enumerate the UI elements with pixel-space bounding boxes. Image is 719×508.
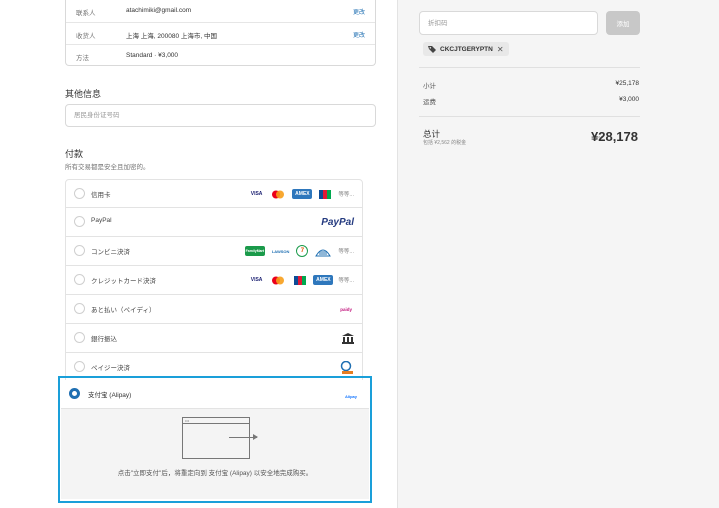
redirect-text: 点击"立即支付"后，将重定向到 支付宝 (Alipay) 以安全地完成购买。 (117, 470, 313, 477)
radio-button[interactable] (74, 188, 85, 199)
mastercard-logo (269, 189, 287, 199)
jcb-logo (292, 275, 308, 285)
arrowhead-icon (253, 434, 258, 440)
payment-option-paypal[interactable]: PayPal PayPal (65, 208, 363, 237)
alipay-row[interactable]: 支付宝 (Alipay) Alipay (61, 380, 369, 409)
payment-option-convenience-store[interactable]: コンビニ決済 FamilyMart LAWSON 7 等等... (65, 237, 363, 266)
change-address-link[interactable]: 更改 (353, 30, 365, 39)
paidy-wordmark: paidy (340, 306, 352, 312)
pay-easy-logo (340, 360, 354, 374)
apply-discount-button[interactable]: 添加 (606, 11, 640, 35)
tag-icon (428, 46, 436, 53)
alipay-wordmark: Alipay (344, 393, 357, 399)
more-label: 等等... (338, 249, 354, 255)
payment-option-label: 銀行振込 (91, 336, 117, 343)
amex-logo: AMEX (313, 275, 334, 285)
remove-discount-icon[interactable]: ✕ (497, 45, 504, 54)
payment-option-label: あと払い（ペイディ） (91, 307, 156, 314)
applied-discount-tag: CKCJTGERYPTN ✕ (423, 42, 509, 56)
payment-subtitle: 所有交易都是安全且加密的。 (65, 164, 150, 171)
method-row: 方法 Standard · ¥3,000 (66, 44, 375, 66)
other-info-title: 其他信息 (65, 89, 102, 99)
paypal-logo: PayPal (321, 215, 354, 229)
paypal-wordmark: PayPal (321, 216, 354, 228)
payment-option-label: ペイジー決済 (91, 365, 130, 372)
ship-to-value: 上海 上海, 200080 上海市, 中国 (126, 33, 218, 40)
divider (419, 116, 640, 117)
shipping-label: 运费 (423, 99, 436, 106)
change-contact-link[interactable]: 更改 (353, 7, 365, 16)
more-label: 等等... (338, 192, 354, 198)
shipping-value: ¥3,000 (619, 96, 639, 103)
payment-option-label: 支付宝 (Alipay) (88, 392, 132, 399)
ship-to-row: 收货人 上海 上海, 200080 上海市, 中国 更改 (66, 22, 375, 44)
method-value: Standard · ¥3,000 (126, 52, 179, 59)
contact-value: atachimiki@gmail.com (126, 7, 192, 14)
redirect-panel: ••• 点击"立即支付"后，将重定向到 支付宝 (Alipay) 以安全地完成购… (61, 409, 369, 499)
payment-option-paidy[interactable]: あと払い（ペイディ） paidy (65, 295, 363, 324)
radio-button-selected[interactable] (69, 388, 80, 399)
radio-button[interactable] (74, 361, 85, 372)
discount-code-input[interactable] (419, 11, 598, 35)
seicomart-logo (313, 246, 333, 256)
tax-note: 包括 ¥2,562 的税金 (423, 140, 467, 146)
seven-eleven-logo: 7 (296, 245, 309, 257)
contact-label: 联系人 (76, 10, 96, 17)
more-label: 等等... (338, 278, 354, 284)
order-summary-box: 联系人 atachimiki@gmail.com 更改 收货人 上海 上海, 2… (65, 0, 376, 66)
applied-code: CKCJTGERYPTN (440, 45, 493, 53)
payment-option-credit-card-jp[interactable]: クレジットカード決済 VISA AMEX 等等... (65, 266, 363, 295)
paidy-logo: paidy (338, 302, 354, 316)
radio-button[interactable] (74, 216, 85, 227)
bank-icon (342, 331, 354, 345)
ship-to-label: 收货人 (76, 33, 96, 40)
payment-option-label: 信用卡 (91, 192, 111, 199)
divider (419, 67, 640, 68)
contact-row: 联系人 atachimiki@gmail.com 更改 (66, 0, 375, 22)
payment-option-credit-card[interactable]: 信用卡 VISA AMEX 等等... (65, 179, 363, 208)
payment-option-label: クレジットカード決済 (91, 278, 156, 285)
radio-button[interactable] (74, 274, 85, 285)
visa-logo: VISA (250, 277, 263, 283)
browser-bar: ••• (183, 418, 249, 424)
subtotal-value: ¥25,178 (615, 80, 640, 87)
radio-button[interactable] (74, 332, 85, 343)
total-value: ¥28,178 (591, 129, 638, 144)
familymart-logo: FamilyMart (244, 246, 265, 256)
subtotal-label: 小计 (423, 83, 436, 90)
payment-option-label: コンビニ決済 (91, 249, 130, 256)
card-logos: VISA AMEX 等等... (249, 273, 354, 287)
jcb-logo (317, 189, 333, 199)
checkout-main: 联系人 atachimiki@gmail.com 更改 收货人 上海 上海, 2… (0, 0, 397, 508)
radio-button[interactable] (74, 303, 85, 314)
radio-button[interactable] (74, 245, 85, 256)
method-label: 方法 (76, 55, 89, 62)
payment-option-bank-transfer[interactable]: 銀行振込 (65, 324, 363, 353)
mastercard-logo (269, 275, 287, 285)
order-sidebar: 添加 CKCJTGERYPTN ✕ 小计 ¥25,178 运费 ¥3,000 总… (397, 0, 719, 508)
visa-logo: VISA (250, 191, 263, 197)
amex-logo: AMEX (292, 189, 313, 199)
payment-option-label: PayPal (91, 217, 112, 224)
card-logos: VISA AMEX 等等... (249, 187, 354, 201)
browser-window-icon: ••• (182, 417, 250, 459)
id-number-input[interactable] (65, 104, 376, 127)
store-logos: FamilyMart LAWSON 7 等等... (244, 244, 354, 258)
browser-dots: ••• (185, 418, 190, 423)
alipay-logo: Alipay (343, 389, 359, 403)
lawson-logo: LAWSON (271, 248, 290, 254)
payment-title: 付款 (65, 149, 84, 159)
payment-option-alipay-selected[interactable]: 支付宝 (Alipay) Alipay ••• 点击"立即支付"后，将重定向到 … (58, 376, 372, 503)
